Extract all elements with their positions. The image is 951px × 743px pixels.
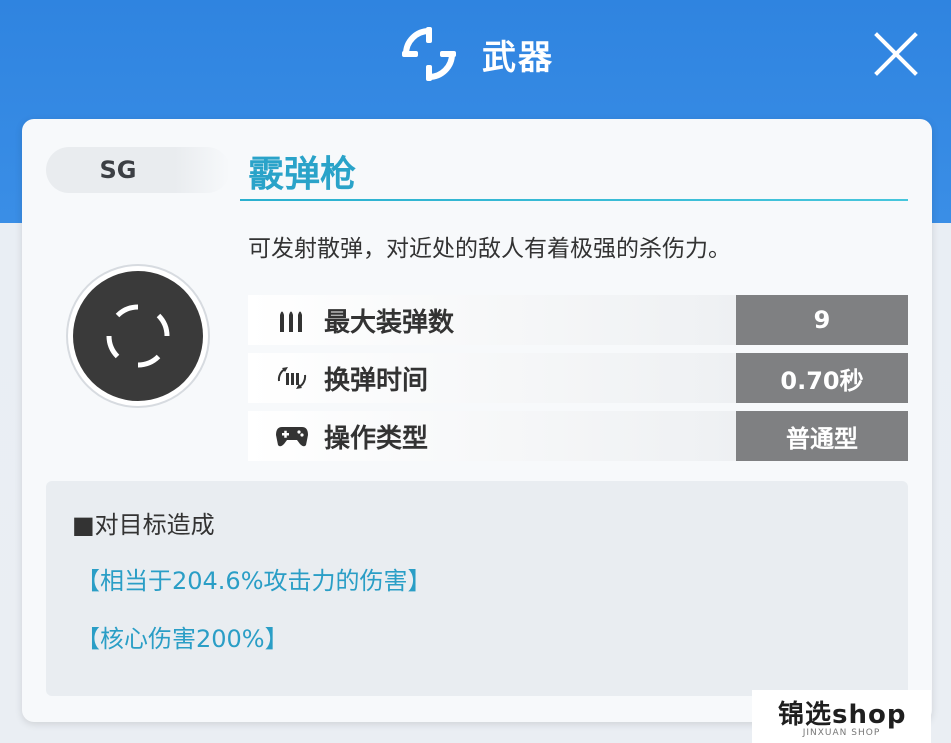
weapon-type-badge: SG bbox=[46, 147, 230, 193]
crosshair-icon bbox=[400, 25, 458, 83]
effect-line-damage: 【相当于204.6%攻击力的伤害】 bbox=[76, 567, 432, 595]
close-icon[interactable] bbox=[872, 30, 920, 78]
stat-value: 9 bbox=[736, 295, 908, 345]
gamepad-icon bbox=[272, 421, 312, 451]
watermark-main: 锦选shop bbox=[778, 700, 907, 730]
watermark-sub: JINXUAN SHOP bbox=[802, 728, 881, 738]
weapon-name: 霰弹枪 bbox=[248, 154, 357, 195]
weapon-stats: 最大装弹数 9 换弹时间 0.70秒 操作类型 普通型 bbox=[248, 295, 908, 469]
stat-value: 普通型 bbox=[736, 411, 908, 461]
header-title: 武器 bbox=[482, 37, 554, 78]
effect-line-core-damage: 【核心伤害200%】 bbox=[76, 625, 289, 653]
stat-row-reload-time: 换弹时间 0.70秒 bbox=[248, 353, 908, 403]
stat-row-control-type: 操作类型 普通型 bbox=[248, 411, 908, 461]
header-title-group: 武器 bbox=[400, 24, 554, 84]
header-bar: 武器 bbox=[0, 0, 951, 108]
stat-row-max-ammo: 最大装弹数 9 bbox=[248, 295, 908, 345]
weapon-emblem bbox=[68, 266, 208, 406]
stat-value: 0.70秒 bbox=[736, 353, 908, 403]
effects-panel: ■对目标造成 【相当于204.6%攻击力的伤害】 【核心伤害200%】 bbox=[46, 481, 908, 696]
target-reticle-icon bbox=[73, 271, 203, 401]
stat-label: 最大装弹数 bbox=[324, 307, 455, 338]
name-underline-divider bbox=[240, 199, 908, 201]
weapon-card: SG 霰弹枪 可发射散弹，对近处的敌人有着极强的杀伤力。 最大装弹数 9 换弹时… bbox=[22, 119, 932, 722]
effects-heading: ■对目标造成 bbox=[72, 511, 215, 539]
reload-icon bbox=[272, 363, 312, 393]
stat-label: 换弹时间 bbox=[324, 365, 429, 396]
watermark: 锦选shop JINXUAN SHOP bbox=[752, 690, 931, 743]
ammo-bullets-icon bbox=[272, 305, 312, 335]
stat-label: 操作类型 bbox=[324, 423, 429, 454]
weapon-description: 可发射散弹，对近处的敌人有着极强的杀伤力。 bbox=[248, 236, 731, 262]
